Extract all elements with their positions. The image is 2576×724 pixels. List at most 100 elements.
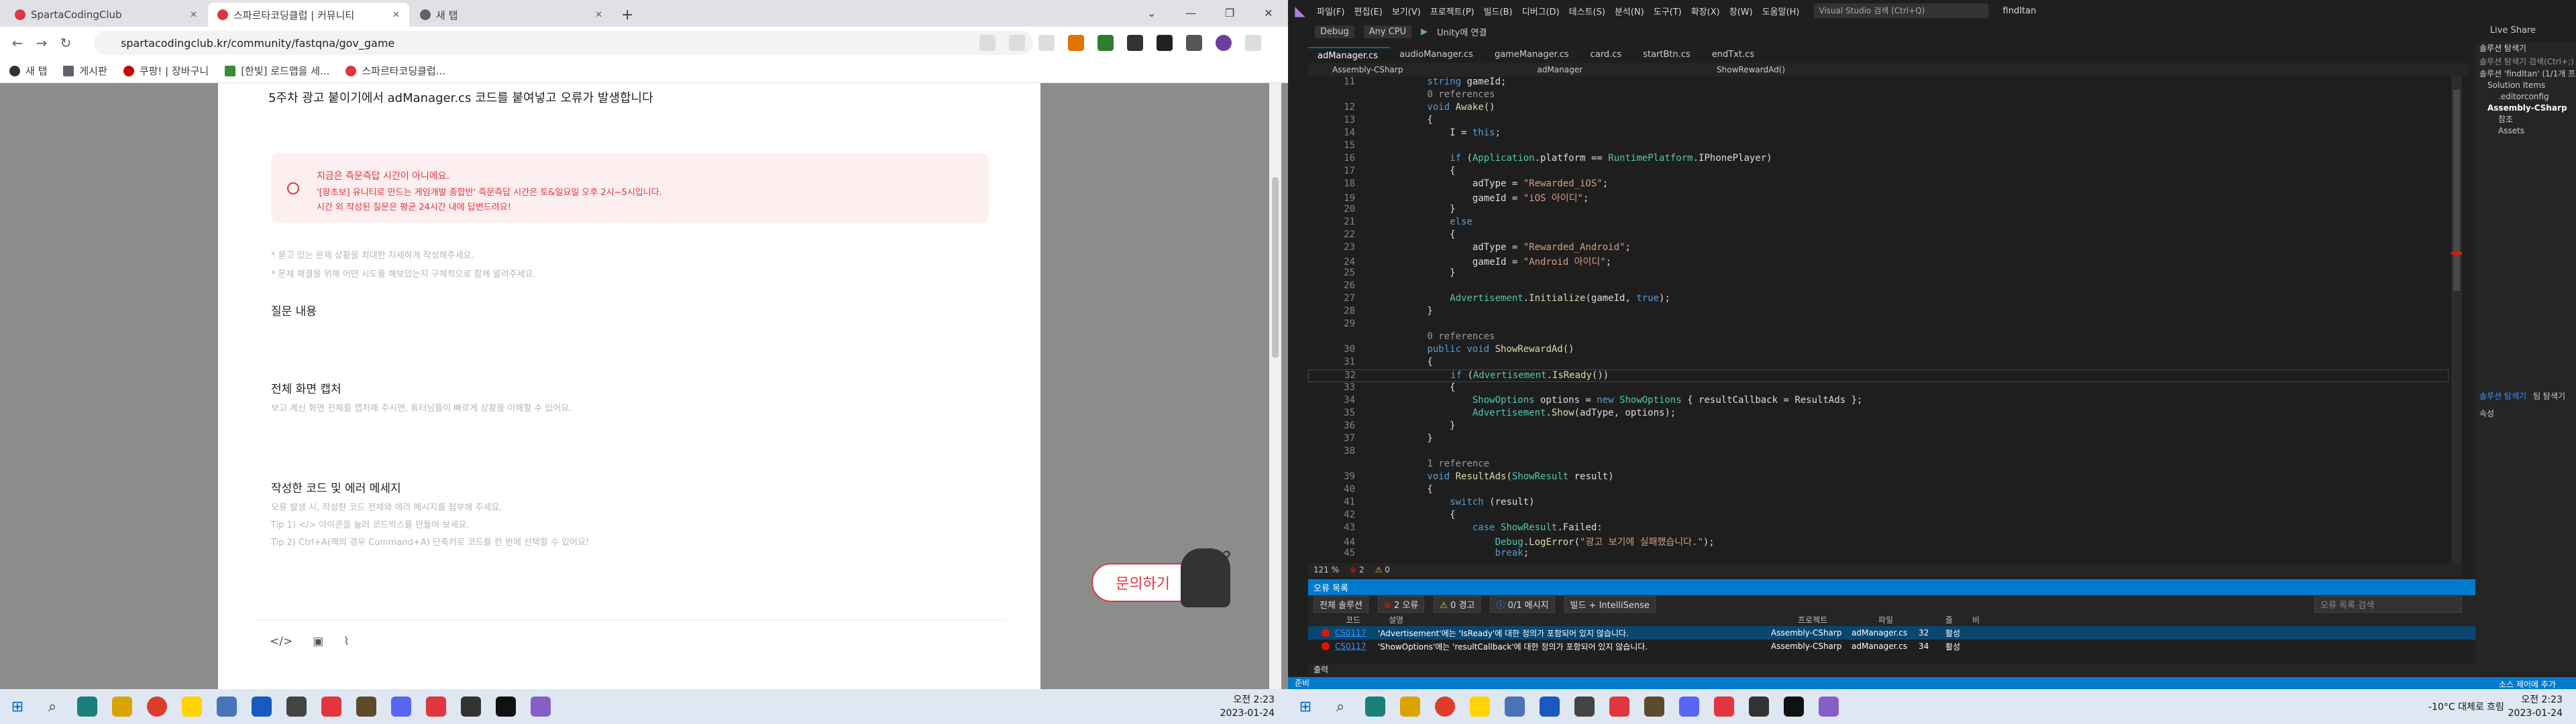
code-line[interactable]: 29 [1308,318,2449,331]
app-icon[interactable] [1505,697,1525,717]
app-icon[interactable] [426,697,446,717]
menu-item[interactable]: 도움말(H) [1758,5,1805,17]
code-line[interactable]: 23 adType = "Rewarded_Android"; [1308,242,2449,255]
warnings-filter[interactable]: ⚠ 0 경고 [1434,595,1481,613]
app-icon[interactable] [1365,697,1385,717]
file-tab[interactable]: startBtn.cs [1633,47,1703,63]
visual-studio-icon[interactable] [531,697,551,717]
menu-item[interactable]: 파일(F) [1312,5,1350,17]
bookmark-item[interactable]: 게시판 [63,64,107,78]
config-select[interactable]: Debug [1315,25,1354,38]
bookmark-item[interactable]: 쿠팡! | 장바구니 [123,64,209,78]
code-line[interactable]: 36 } [1308,420,2449,433]
code-line[interactable]: 31 { [1308,357,2449,369]
error-row[interactable]: CS0117 'Advertisement'에는 'IsReady'에 대한 정… [1308,626,2475,640]
tree-item[interactable]: Assembly-CSharp [2479,103,2576,114]
file-tab[interactable]: audioManager.cs [1390,47,1485,63]
code-line[interactable]: 18 adType = "Rewarded_iOS"; [1308,178,2449,191]
install-icon[interactable] [979,35,996,51]
forward-icon[interactable]: → [30,35,54,51]
menu-item[interactable]: 창(W) [1725,5,1758,17]
app-icon[interactable] [217,697,237,717]
messages-filter[interactable]: ⓘ 0/1 메시지 [1490,595,1555,613]
menu-item[interactable]: 빌드(B) [1479,5,1517,17]
nav-class-select[interactable]: adManager [1537,65,1582,74]
solution-search-input[interactable]: 솔루션 탐색기 검색(Ctrl+;) [2475,55,2576,68]
tree-item[interactable]: Solution Items [2479,80,2576,91]
code-line[interactable]: 21 else [1308,217,2449,229]
vs-search-input[interactable]: Visual Studio 검색 (Ctrl+Q) [1813,3,1988,18]
close-icon[interactable]: ✕ [595,10,602,20]
error-code[interactable]: CS0117 [1335,642,1366,651]
run-button[interactable]: Unity에 연결 [1437,25,1487,38]
tab-spartacodingclub[interactable]: SpartaCodingClub ✕ [5,3,207,27]
kakaotalk-icon[interactable] [182,697,202,717]
search-icon[interactable]: ⌕ [1323,689,1358,724]
column-header[interactable]: 코드 [1346,614,1389,625]
code-line[interactable]: 19 gameId = "iOS 아이디"; [1308,191,2449,204]
scrollbar-thumb[interactable] [2453,90,2460,291]
code-line[interactable]: 11 string gameId; [1308,76,2449,89]
sidebar-icon[interactable] [1186,35,1202,51]
chrome-icon[interactable] [1435,697,1455,717]
code-line[interactable]: 42 { [1308,509,2449,522]
code-line[interactable]: 32 if (Advertisement.IsReady()) [1308,369,2449,382]
code-line[interactable]: 44 Debug.LogError("광고 보기에 실패했습니다."); [1308,535,2449,548]
tree-item[interactable]: Assets [2479,125,2576,137]
menu-icon[interactable] [1245,35,1261,51]
extension-icon[interactable] [1127,35,1143,51]
minimize-icon[interactable]: — [1171,0,1210,27]
maximize-icon[interactable]: ❐ [1210,0,1249,27]
code-line[interactable]: 12 void Awake() [1308,102,2449,115]
file-explorer-icon[interactable] [1400,697,1420,717]
build-filter-select[interactable]: 빌드 + IntelliSense [1564,595,1656,613]
tree-item[interactable]: 솔루션 'findItan' (1/1개 프로젝트) [2479,68,2576,80]
tab-new[interactable]: 새 탭 ✕ [411,3,612,27]
zoom-level[interactable]: 121 % [1313,565,1339,575]
code-line[interactable]: 0 references [1308,89,2449,102]
share-icon[interactable] [1009,35,1025,51]
scope-select[interactable]: 전체 솔루션 [1313,595,1368,613]
taskbar-clock[interactable]: 오전 2:23 2023-01-24 [1220,693,1275,720]
menu-item[interactable]: 도구(T) [1649,5,1686,17]
settings-icon[interactable] [286,697,307,717]
code-line[interactable]: 41 switch (result) [1308,497,2449,509]
scrollbar-thumb[interactable] [1272,177,1279,358]
column-header[interactable]: 프로젝트 [1798,614,1878,625]
menu-item[interactable]: 보기(V) [1387,5,1426,17]
file-tab[interactable]: card.cs [1581,47,1634,63]
app-icon[interactable] [356,697,376,717]
error-count[interactable]: ⊗ 2 [1350,565,1364,575]
chevron-down-icon[interactable]: ⌄ [1132,0,1171,27]
page-scrollbar[interactable] [1269,83,1281,689]
extension-icon[interactable] [1068,35,1084,51]
errors-filter[interactable]: ⊗ 2 오류 [1377,595,1425,613]
error-code[interactable]: CS0117 [1335,628,1366,638]
menu-item[interactable]: 테스트(S) [1564,5,1610,17]
windows-start-icon[interactable]: ⊞ [1288,689,1323,724]
settings-icon[interactable] [1574,697,1595,717]
error-search-input[interactable]: 오류 목록 검색 [2314,595,2462,613]
nav-project-select[interactable]: Assembly-CSharp [1332,65,1403,74]
code-line[interactable]: 34 ShowOptions options = new ShowOptions… [1308,395,2449,408]
code-line[interactable]: 40 { [1308,484,2449,497]
menu-item[interactable]: 디버그(D) [1517,5,1564,17]
app-icon[interactable] [321,697,341,717]
column-header[interactable]: 줄 [1945,614,1972,625]
file-tab[interactable]: endTxt.cs [1703,47,1766,63]
code-line[interactable]: 15 [1308,140,2449,153]
search-icon[interactable]: ⌕ [35,689,70,724]
code-line[interactable]: 27 Advertisement.Initialize(gameId, true… [1308,293,2449,306]
weather-widget[interactable]: -10°C 대체로 흐림 [2428,700,2504,713]
back-icon[interactable]: ← [5,35,30,51]
tree-item[interactable]: .editorconfig [2479,91,2576,103]
play-icon[interactable]: ▶ [1421,27,1428,37]
star-icon[interactable] [1038,35,1055,51]
avatar[interactable] [1216,35,1232,51]
unity-icon[interactable] [1749,697,1769,717]
code-line[interactable]: 45 break; [1308,548,2449,560]
source-control-button[interactable]: 소스 제어에 추가 [2499,678,2556,690]
unity-hub-icon[interactable] [1784,697,1804,717]
live-share-button[interactable]: Live Share [2490,25,2536,36]
file-tab-admanager[interactable]: adManager.cs [1308,47,1391,63]
